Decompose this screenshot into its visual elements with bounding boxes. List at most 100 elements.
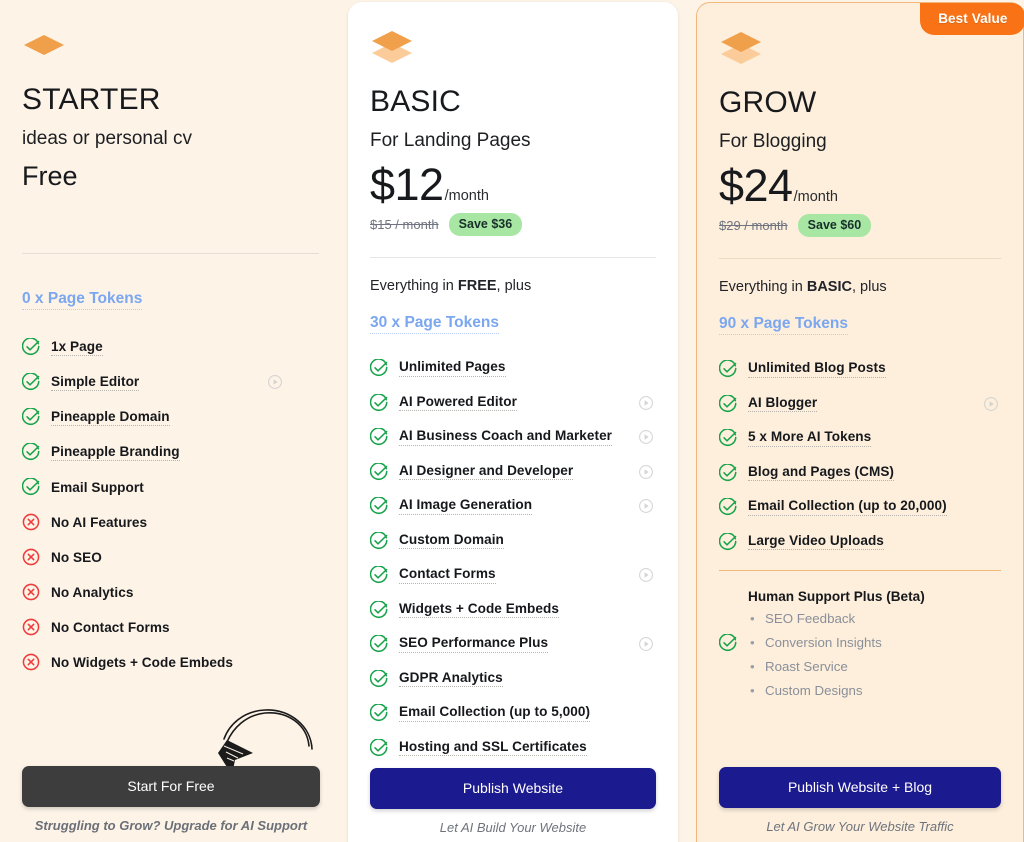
check-circle-icon xyxy=(370,359,388,377)
feature-label: No Contact Forms xyxy=(51,619,170,635)
check-circle-icon xyxy=(719,463,737,482)
plan-name: GROW xyxy=(719,86,817,119)
feature-label[interactable]: Unlimited Pages xyxy=(399,359,506,377)
everything-in-line: Everything in BASIC, plus xyxy=(719,279,1001,295)
publish-website-button[interactable]: Publish Website xyxy=(370,768,656,809)
everything-suffix: , plus xyxy=(851,279,887,296)
feature-item: AI Blogger xyxy=(719,392,1001,416)
feature-list: Unlimited Blog Posts AI Blogger 5 x More A… xyxy=(719,357,1001,554)
old-price: $15 / month xyxy=(370,217,439,233)
check-circle-icon xyxy=(22,443,40,461)
old-price: $29 / month xyxy=(719,218,788,234)
feature-label[interactable]: Simple Editor xyxy=(51,374,140,392)
feature-item: Pineapple Domain xyxy=(22,405,319,429)
publish-website-blog-button[interactable]: Publish Website + Blog xyxy=(719,767,1001,808)
price-period: /month xyxy=(444,187,489,204)
feature-label[interactable]: AI Designer and Developer xyxy=(399,463,574,481)
check-circle-icon xyxy=(370,600,388,619)
divider xyxy=(370,257,656,259)
check-circle-icon xyxy=(370,428,388,446)
feature-label[interactable]: 1x Page xyxy=(51,339,103,357)
feature-label: No Widgets + Code Embeds xyxy=(51,654,233,670)
old-price-row: $15 / month Save $36 xyxy=(370,213,656,237)
check-circle-icon xyxy=(22,373,40,391)
feature-label[interactable]: Blog and Pages (CMS) xyxy=(748,464,895,482)
feature-label[interactable]: SEO Performance Plus xyxy=(399,635,549,653)
feature-list: 1x Page Simple Editor Pineapple Domain Pine… xyxy=(22,335,319,674)
feature-label[interactable]: Pineapple Branding xyxy=(51,444,180,462)
feature-item: Custom Domain xyxy=(370,529,656,553)
feature-item: Unlimited Pages xyxy=(370,356,656,380)
feature-item: Hosting and SSL Certificates xyxy=(370,736,656,760)
cross-circle-icon xyxy=(22,618,40,636)
feature-item: Blog and Pages (CMS) xyxy=(719,461,1001,485)
feature-item: AI Designer and Developer xyxy=(370,460,656,484)
pricing-card-grow: Best Value GROW For Blogging $24 /month … xyxy=(696,2,1024,842)
feature-label[interactable]: AI Image Generation xyxy=(399,497,533,515)
page-tokens-link[interactable]: 30 x Page Tokens xyxy=(370,314,499,335)
feature-label: No Analytics xyxy=(51,584,134,600)
feature-label: No AI Features xyxy=(51,514,148,530)
card-footer: Start For Free Struggling to Grow? Upgra… xyxy=(22,766,320,833)
check-circle-icon xyxy=(370,669,388,688)
feature-label[interactable]: AI Powered Editor xyxy=(399,394,517,412)
feature-label[interactable]: Widgets + Code Embeds xyxy=(399,601,559,619)
human-support-item: SEO Feedback xyxy=(750,611,1001,626)
feature-item: 5 x More AI Tokens xyxy=(719,426,1001,450)
feature-label[interactable]: Contact Forms xyxy=(399,566,496,584)
start-for-free-button[interactable]: Start For Free xyxy=(22,766,320,807)
feature-label[interactable]: Email Collection (up to 5,000) xyxy=(399,704,591,722)
feature-label[interactable]: 5 x More AI Tokens xyxy=(748,429,872,447)
pricing-card-starter: STARTER ideas or personal cv Free 0 x Pa… xyxy=(0,0,341,842)
check-circle-icon xyxy=(370,497,388,515)
plan-name: BASIC xyxy=(370,85,462,118)
feature-label: No SEO xyxy=(51,549,102,565)
feature-item: Simple Editor xyxy=(22,370,319,394)
check-circle-icon xyxy=(370,531,388,550)
feature-item: No Analytics xyxy=(22,580,319,604)
feature-label[interactable]: Pineapple Domain xyxy=(51,409,170,427)
everything-prefix: Everything in xyxy=(719,279,807,296)
feature-label[interactable]: AI Blogger xyxy=(748,395,818,413)
feature-item: Widgets + Code Embeds xyxy=(370,598,656,622)
play-circle-icon[interactable] xyxy=(638,429,654,445)
feature-label[interactable]: AI Business Coach and Marketer xyxy=(399,428,613,446)
feature-label[interactable]: Unlimited Blog Posts xyxy=(748,360,886,378)
feature-label[interactable]: Custom Domain xyxy=(399,532,504,550)
card-footer: Publish Website Let AI Build Your Websit… xyxy=(370,768,656,835)
feature-item: Unlimited Blog Posts xyxy=(719,357,1001,381)
page-tokens-link[interactable]: 90 x Page Tokens xyxy=(719,315,848,336)
cross-circle-icon xyxy=(22,583,40,601)
check-circle-icon xyxy=(719,394,737,413)
play-circle-icon[interactable] xyxy=(638,498,654,514)
save-badge: Save $36 xyxy=(448,213,523,237)
feature-item: No SEO xyxy=(22,545,319,569)
human-support-item: Conversion Insights xyxy=(750,635,1001,650)
play-circle-icon[interactable] xyxy=(638,567,654,583)
check-circle-icon xyxy=(22,478,40,496)
feature-label[interactable]: Email Collection (up to 20,000) xyxy=(748,498,947,516)
human-support-body: Human Support Plus (Beta) SEO Feedback Co… xyxy=(748,589,1001,698)
human-support-block: Human Support Plus (Beta) SEO Feedback Co… xyxy=(718,589,1001,698)
card-footer: Publish Website + Blog Let AI Grow Your … xyxy=(719,767,1001,834)
play-circle-icon[interactable] xyxy=(267,374,283,390)
price-row: $12 /month xyxy=(370,161,656,209)
human-support-item: Roast Service xyxy=(750,659,1001,674)
feature-item: Email Support xyxy=(22,475,319,499)
pricing-board: STARTER ideas or personal cv Free 0 x Pa… xyxy=(0,0,1024,842)
page-tokens-link[interactable]: 0 x Page Tokens xyxy=(22,290,143,311)
play-circle-icon[interactable] xyxy=(638,636,654,652)
play-circle-icon[interactable] xyxy=(983,396,999,412)
feature-label[interactable]: GDPR Analytics xyxy=(399,670,503,688)
footer-note: Struggling to Grow? Upgrade for AI Suppo… xyxy=(34,818,308,833)
feature-label[interactable]: Hosting and SSL Certificates xyxy=(399,739,587,757)
play-circle-icon[interactable] xyxy=(638,464,654,480)
play-circle-icon[interactable] xyxy=(638,395,654,411)
everything-prefix: Everything in xyxy=(370,278,458,295)
everything-suffix: , plus xyxy=(496,278,532,295)
layers-diamond-icon xyxy=(22,27,319,63)
check-circle-icon xyxy=(718,633,737,652)
plan-tagline: For Landing Pages xyxy=(370,130,531,151)
feature-label[interactable]: Large Video Uploads xyxy=(748,533,884,551)
check-circle-icon xyxy=(719,498,737,516)
